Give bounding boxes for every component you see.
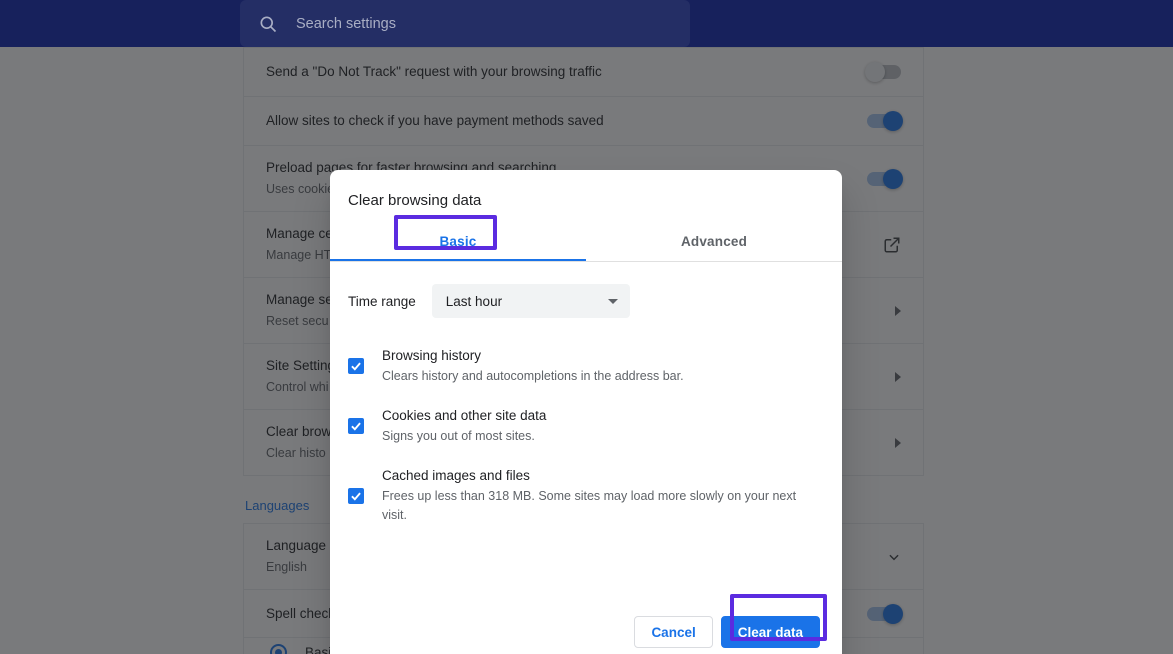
checkbox-row-browsing-history[interactable]: Browsing history Clears history and auto… xyxy=(348,336,818,396)
checkbox-title: Cookies and other site data xyxy=(382,406,546,425)
topbar-overlay: Search settings xyxy=(0,0,1173,47)
search-placeholder-overlay: Search settings xyxy=(296,16,396,32)
cached-images-checkbox[interactable] xyxy=(348,488,364,504)
time-range-control: Time range Last hour xyxy=(330,262,842,318)
checkbox-subtitle: Frees up less than 318 MB. Some sites ma… xyxy=(382,487,812,525)
browsing-history-checkbox[interactable] xyxy=(348,358,364,374)
cookies-checkbox[interactable] xyxy=(348,418,364,434)
search-icon xyxy=(258,14,278,34)
checkbox-row-cookies[interactable]: Cookies and other site data Signs you ou… xyxy=(348,396,818,456)
data-type-checklist: Browsing history Clears history and auto… xyxy=(330,318,842,535)
clear-browsing-data-dialog: Clear browsing data Basic Advanced Time … xyxy=(330,170,842,654)
chevron-down-icon xyxy=(608,299,618,304)
tab-basic[interactable]: Basic xyxy=(330,222,586,261)
time-range-select[interactable]: Last hour xyxy=(432,284,630,318)
cancel-button[interactable]: Cancel xyxy=(634,616,712,648)
checkbox-title: Browsing history xyxy=(382,346,684,365)
dialog-tabs: Basic Advanced xyxy=(330,222,842,262)
search-bar-overlay[interactable]: Search settings xyxy=(240,0,690,47)
tab-active-underline xyxy=(330,259,586,261)
checkbox-subtitle: Signs you out of most sites. xyxy=(382,427,546,446)
tab-advanced[interactable]: Advanced xyxy=(586,222,842,261)
time-range-value: Last hour xyxy=(446,294,502,309)
clear-data-button[interactable]: Clear data xyxy=(721,616,820,648)
checkbox-title: Cached images and files xyxy=(382,466,812,485)
checkbox-subtitle: Clears history and autocompletions in th… xyxy=(382,367,684,386)
checkbox-row-cached-images[interactable]: Cached images and files Frees up less th… xyxy=(348,456,818,535)
time-range-label: Time range xyxy=(348,294,416,309)
dialog-body: Time range Last hour Browsing history xyxy=(330,262,842,616)
screen: Search settings Send a "Do Not Track" re… xyxy=(0,0,1173,654)
dialog-footer: Cancel Clear data xyxy=(330,616,842,654)
dialog-title: Clear browsing data xyxy=(330,170,842,222)
